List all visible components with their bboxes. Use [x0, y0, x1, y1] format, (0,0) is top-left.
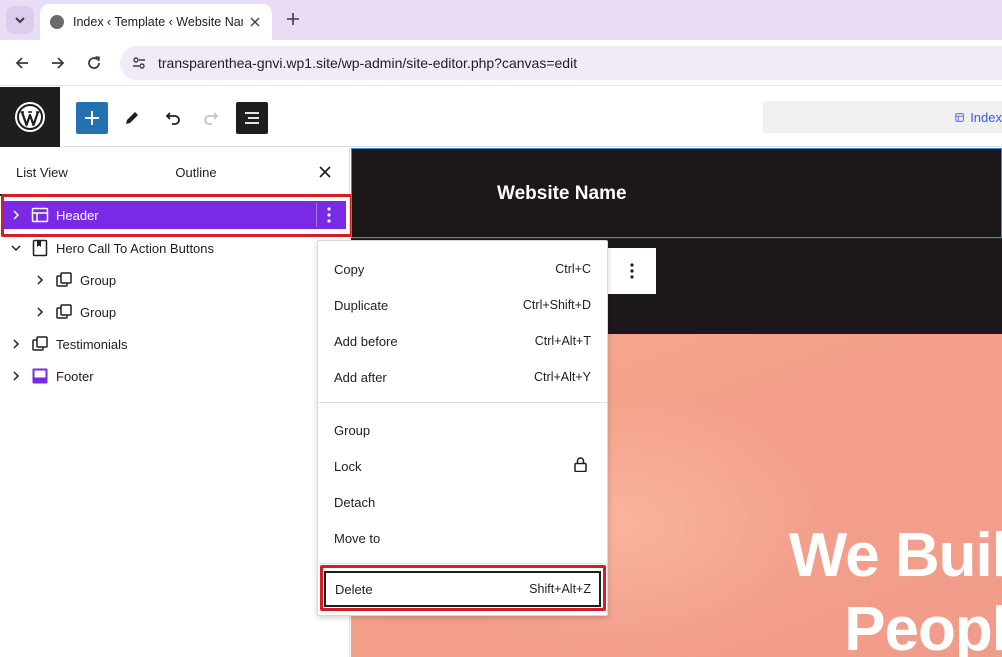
chevron-right-icon[interactable]	[32, 272, 48, 288]
block-options-menu: Copy Ctrl+C Duplicate Ctrl+Shift+D Add b…	[317, 240, 608, 616]
list-item-footer[interactable]: Footer	[0, 360, 350, 392]
address-bar-row: transparenthea-gnvi.wp1.site/wp-admin/si…	[0, 40, 1002, 86]
menu-item-delete[interactable]: Delete Shift+Alt+Z	[324, 571, 601, 607]
menu-item-add-after[interactable]: Add after Ctrl+Alt+Y	[318, 359, 607, 395]
list-item-header[interactable]: Header	[4, 201, 346, 229]
hero-heading-line-2[interactable]: Peopl	[844, 594, 1002, 657]
menu-item-group[interactable]: Group	[318, 412, 607, 448]
tab-outline[interactable]: Outline	[157, 148, 235, 196]
chevron-right-icon[interactable]	[32, 304, 48, 320]
menu-item-lock[interactable]: Lock	[318, 448, 607, 484]
chevron-down-icon	[15, 17, 25, 24]
template-part-icon	[30, 205, 50, 225]
back-button[interactable]	[10, 51, 34, 75]
close-icon	[250, 17, 260, 27]
menu-separator	[318, 402, 607, 403]
template-part-icon	[30, 366, 50, 386]
tab-search-button[interactable]	[6, 6, 34, 34]
menu-separator	[318, 563, 607, 564]
block-inserter-button[interactable]	[76, 102, 108, 134]
close-icon	[319, 166, 331, 178]
plus-icon	[287, 13, 299, 25]
list-view-icon	[245, 112, 259, 124]
block-toolbar-options[interactable]	[607, 248, 656, 294]
plus-icon	[85, 111, 99, 125]
chevron-right-icon[interactable]	[8, 207, 24, 223]
forward-button[interactable]	[46, 51, 70, 75]
menu-item-add-before[interactable]: Add before Ctrl+Alt+T	[318, 323, 607, 359]
close-sidebar-button[interactable]	[314, 161, 336, 183]
more-vertical-icon	[326, 207, 331, 223]
list-item-testimonials[interactable]: Testimonials	[0, 328, 350, 360]
url-bar[interactable]: transparenthea-gnvi.wp1.site/wp-admin/si…	[120, 46, 1002, 80]
chevron-right-icon[interactable]	[8, 336, 24, 352]
arrow-left-icon	[15, 57, 28, 69]
tab-close-button[interactable]	[246, 13, 264, 31]
browser-tab[interactable]: Index ‹ Template ‹ Website Name	[40, 4, 272, 40]
tab-list-view[interactable]: List View	[0, 148, 157, 196]
editor-toolbar: Index	[0, 87, 1002, 147]
reload-button[interactable]	[82, 51, 106, 75]
list-view-sidebar: List View Outline Header Hero Call To Ac…	[0, 148, 353, 657]
menu-item-duplicate[interactable]: Duplicate Ctrl+Shift+D	[318, 287, 607, 323]
group-icon	[54, 270, 74, 290]
reload-icon	[88, 56, 101, 69]
lock-icon	[574, 457, 587, 475]
tools-button[interactable]	[116, 102, 148, 134]
document-title: Index	[970, 109, 1002, 125]
arrow-right-icon	[52, 57, 65, 69]
wordpress-logo-icon[interactable]	[0, 87, 60, 147]
document-bar[interactable]: Index	[763, 101, 1002, 133]
undo-icon	[165, 112, 180, 125]
redo-button[interactable]	[196, 102, 228, 134]
more-vertical-icon	[629, 263, 634, 279]
new-tab-button[interactable]	[282, 8, 304, 30]
pencil-icon	[126, 112, 138, 124]
url-text: transparenthea-gnvi.wp1.site/wp-admin/si…	[158, 55, 578, 71]
list-item-group[interactable]: Group	[0, 264, 350, 296]
chevron-down-icon[interactable]	[8, 240, 24, 256]
site-title[interactable]: Website Name	[497, 183, 627, 205]
site-header-block[interactable]: Website Name	[351, 148, 1002, 238]
hero-heading-line-1[interactable]: We Buil	[789, 520, 1002, 591]
template-icon	[955, 112, 964, 122]
site-settings-icon[interactable]	[122, 46, 156, 80]
list-view-toggle[interactable]	[236, 102, 268, 134]
globe-icon	[50, 15, 64, 29]
group-icon	[54, 302, 74, 322]
menu-item-detach[interactable]: Detach	[318, 484, 607, 520]
menu-item-copy[interactable]: Copy Ctrl+C	[318, 251, 607, 287]
tab-title: Index ‹ Template ‹ Website Name	[73, 15, 243, 29]
menu-item-move-to[interactable]: Move to	[318, 520, 607, 556]
list-item-group[interactable]: Group	[0, 296, 350, 328]
block-options-button[interactable]	[316, 203, 340, 227]
undo-button[interactable]	[156, 102, 188, 134]
redo-icon	[204, 112, 219, 125]
chevron-right-icon[interactable]	[8, 368, 24, 384]
list-item-hero[interactable]: Hero Call To Action Buttons	[0, 232, 350, 264]
sidebar-tabs: List View Outline	[0, 148, 350, 196]
group-icon	[30, 334, 50, 354]
browser-tab-bar: Index ‹ Template ‹ Website Name	[0, 0, 1002, 40]
pattern-icon	[30, 238, 50, 258]
